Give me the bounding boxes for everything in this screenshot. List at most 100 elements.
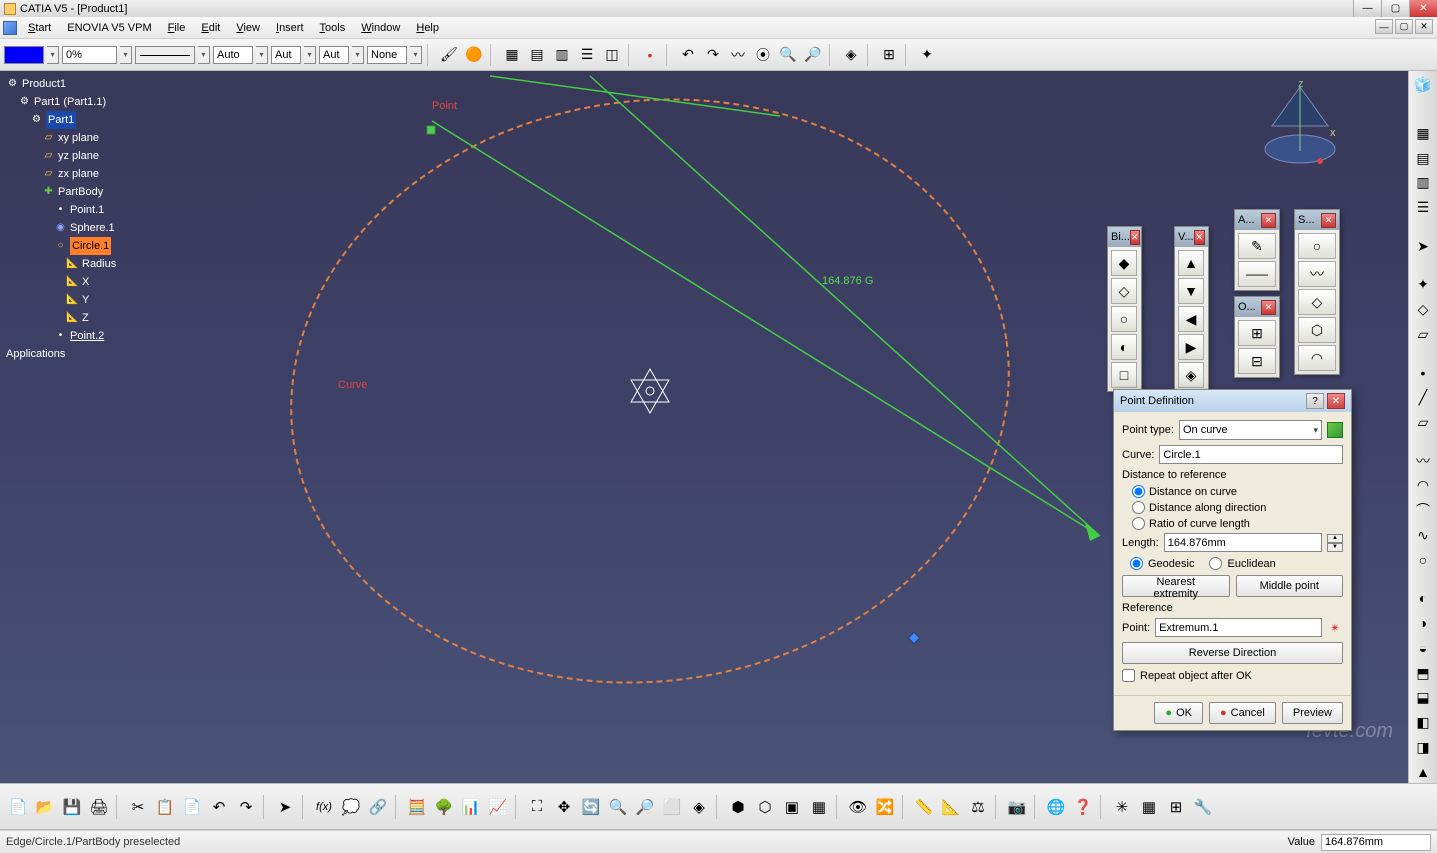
redo-icon[interactable]: ↷ <box>702 44 724 66</box>
tree-xy-plane[interactable]: ▱xy plane <box>42 129 116 147</box>
snap-icon[interactable]: ⊞ <box>1164 795 1188 819</box>
tool-icon[interactable]: 🔧 <box>1191 795 1215 819</box>
tree-part1-inst[interactable]: ⚙Part1 (Part1.1) <box>18 93 116 111</box>
plane-icon[interactable]: ▱ <box>1412 412 1434 433</box>
line-weight[interactable] <box>135 46 195 64</box>
radio-ratio[interactable] <box>1132 517 1145 530</box>
rt-icon[interactable]: ▱ <box>1412 324 1434 345</box>
curve2-icon[interactable]: ⦿ <box>752 44 774 66</box>
close-button[interactable]: ✕ <box>1409 0 1437 17</box>
auto3-dd[interactable] <box>352 46 364 64</box>
cut-icon[interactable]: ✂ <box>126 795 150 819</box>
calc-icon[interactable]: 🧮 <box>405 795 429 819</box>
table-icon[interactable]: ▥ <box>551 44 573 66</box>
tree-icon[interactable]: 🌳 <box>432 795 456 819</box>
sphere-icon[interactable]: 🟠 <box>463 44 485 66</box>
search-icon[interactable]: 🔍 <box>777 44 799 66</box>
tool-btn[interactable]: 〰 <box>1298 261 1336 287</box>
menu-help[interactable]: Help <box>408 20 447 36</box>
rotate-icon[interactable]: 🔄 <box>579 795 603 819</box>
menu-insert[interactable]: Insert <box>268 20 312 36</box>
tool-btn[interactable]: □ <box>1111 362 1137 388</box>
tree-point1[interactable]: •Point.1 <box>54 201 116 219</box>
mdi-restore[interactable]: ▢ <box>1395 19 1413 34</box>
pointer-icon[interactable]: ➤ <box>273 795 297 819</box>
menu-edit[interactable]: Edit <box>193 20 228 36</box>
tool-btn[interactable]: ○ <box>1298 233 1336 259</box>
rt-icon[interactable]: ▤ <box>1412 148 1434 169</box>
cloud-icon[interactable]: 💭 <box>339 795 363 819</box>
menu-window[interactable]: Window <box>353 20 408 36</box>
brush-icon[interactable]: 🖌 <box>438 44 460 66</box>
tree-yz-plane[interactable]: ▱yz plane <box>42 147 116 165</box>
tree-radius[interactable]: 📐Radius <box>66 255 116 273</box>
swap-icon[interactable]: 🔀 <box>873 795 897 819</box>
ft-a-close[interactable]: ✕ <box>1261 213 1276 228</box>
minimize-button[interactable]: — <box>1353 0 1381 17</box>
link-icon[interactable]: 🔗 <box>366 795 390 819</box>
rt-icon[interactable]: ∿ <box>1412 525 1434 546</box>
rt-icon[interactable]: ▥ <box>1412 173 1434 194</box>
dot-icon[interactable]: • <box>639 44 661 66</box>
tree-zx-plane[interactable]: ▱zx plane <box>42 165 116 183</box>
dialog-titlebar[interactable]: Point Definition ? ✕ <box>1114 390 1351 412</box>
search2-icon[interactable]: 🔎 <box>802 44 824 66</box>
tool-btn[interactable]: ✎ <box>1238 233 1276 259</box>
auto2-dd[interactable] <box>304 46 316 64</box>
specification-tree[interactable]: ⚙Product1 ⚙Part1 (Part1.1) ⚙Part1 ▱xy pl… <box>6 75 116 363</box>
float-tb-s[interactable]: S...✕ ○〰◇⬡◠ <box>1294 209 1340 375</box>
auto1-dd[interactable] <box>256 46 268 64</box>
mdi-minimize[interactable]: — <box>1375 19 1393 34</box>
rt-icon[interactable]: ⬓ <box>1412 687 1434 708</box>
graph-icon[interactable]: 📈 <box>486 795 510 819</box>
float-tb-a[interactable]: A...✕ ✎⸺ <box>1234 209 1280 291</box>
float-tb-o[interactable]: O...✕ ⊞⊟ <box>1234 296 1280 378</box>
radio-distance-on-curve[interactable] <box>1132 485 1145 498</box>
dialog-close-button[interactable]: ✕ <box>1327 393 1345 409</box>
tree-y[interactable]: 📐Y <box>66 291 116 309</box>
rt-icon[interactable]: ☰ <box>1412 197 1434 218</box>
rt-icon[interactable]: ✦ <box>1412 274 1434 295</box>
lineweight-dropdown[interactable] <box>198 46 210 64</box>
rt-icon[interactable]: ◐ <box>1412 588 1434 609</box>
redo-icon[interactable]: ↷ <box>234 795 258 819</box>
tool-btn[interactable]: ◆ <box>1111 250 1137 276</box>
tool-btn[interactable]: ⊟ <box>1238 348 1276 374</box>
length-spinner[interactable]: ▲▼ <box>1327 534 1343 552</box>
tree-z[interactable]: 📐Z <box>66 309 116 327</box>
workbench-icon[interactable]: 🧊 <box>1412 75 1434 96</box>
ft-bi-close[interactable]: ✕ <box>1130 230 1140 245</box>
tree-sphere1[interactable]: ◉Sphere.1 <box>54 219 116 237</box>
menu-enovia[interactable]: ENOVIA V5 VPM <box>59 20 159 36</box>
tree-point2[interactable]: •Point.2 <box>54 327 116 345</box>
cancel-button[interactable]: Cancel <box>1209 702 1276 724</box>
float-tb-bi[interactable]: Bi...✕ ◆◇○◐□ <box>1107 226 1142 392</box>
save-icon[interactable]: 💾 <box>60 795 84 819</box>
hide-icon[interactable]: 👁 <box>846 795 870 819</box>
rt-icon[interactable]: ▦ <box>1412 123 1434 144</box>
hlr-icon[interactable]: ▣ <box>780 795 804 819</box>
rt-icon[interactable]: ◇ <box>1412 299 1434 320</box>
color-dropdown[interactable] <box>47 46 59 64</box>
tree-x[interactable]: 📐X <box>66 273 116 291</box>
ft-s-close[interactable]: ✕ <box>1321 213 1336 228</box>
rt-icon[interactable]: ◨ <box>1412 737 1434 758</box>
ft-o-close[interactable]: ✕ <box>1261 300 1276 315</box>
fx-icon[interactable]: f(x) <box>312 795 336 819</box>
grid-icon[interactable]: ▦ <box>1137 795 1161 819</box>
none-dd[interactable] <box>410 46 422 64</box>
compass-icon[interactable]: z x <box>1250 81 1350 171</box>
ref-point-input[interactable] <box>1155 618 1322 637</box>
box-icon[interactable]: ◫ <box>601 44 623 66</box>
normal-icon[interactable]: ⬜ <box>660 795 684 819</box>
rt-icon[interactable]: ◠ <box>1412 475 1434 496</box>
length-input[interactable] <box>1164 533 1322 552</box>
tool-btn[interactable]: ⬡ <box>1298 317 1336 343</box>
maximize-button[interactable]: ▢ <box>1381 0 1409 17</box>
undo-icon[interactable]: ↶ <box>677 44 699 66</box>
tool-btn[interactable]: ▶ <box>1178 334 1204 360</box>
rt-icon[interactable]: ◧ <box>1412 712 1434 733</box>
meas2-icon[interactable]: 📐 <box>939 795 963 819</box>
point-icon[interactable]: • <box>1412 362 1434 383</box>
iso-icon[interactable]: ◈ <box>687 795 711 819</box>
